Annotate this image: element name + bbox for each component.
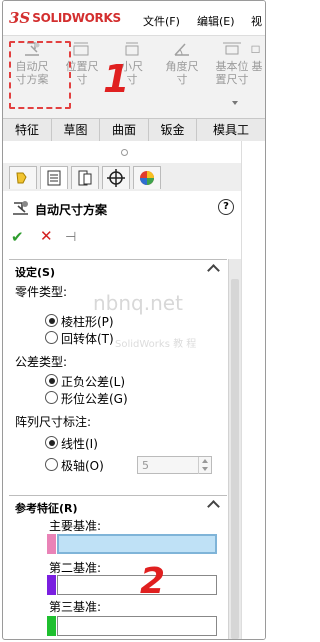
basic-dimension-icon xyxy=(251,45,260,53)
property-manager-title: 自动尺寸方案 xyxy=(35,203,108,217)
angle-dimension-icon xyxy=(174,43,189,56)
splitter-grip-icon xyxy=(121,149,128,156)
logo-text: SOLIDWORKS xyxy=(32,11,121,25)
solidworks-logo[interactable]: 3S SOLIDWORKS xyxy=(9,9,121,27)
menu-file[interactable]: 文件(F) xyxy=(143,13,180,29)
tab-feature-manager[interactable] xyxy=(9,166,37,189)
tertiary-color-swatch xyxy=(47,616,56,636)
panel-splitter[interactable] xyxy=(3,141,265,163)
secondary-color-swatch xyxy=(47,575,56,595)
ok-button[interactable]: ✔ xyxy=(11,228,24,246)
tab-sketch[interactable]: 草图 xyxy=(52,119,100,141)
manager-tabs xyxy=(3,163,265,192)
pattern-dimension-label: 阵列尺寸标注: xyxy=(15,415,92,429)
property-manager-header: 自动尺寸方案 ? ✔ ✕ ⊣ xyxy=(3,191,265,261)
radio-plus-minus-label: 正负公差(L) xyxy=(61,375,126,389)
radio-turned[interactable] xyxy=(45,331,58,344)
divider xyxy=(241,141,242,639)
property-manager-icon xyxy=(47,170,61,186)
tool-label-line2: 置尺寸 xyxy=(215,73,249,86)
chevron-up-icon[interactable] xyxy=(207,500,220,513)
display-manager-icon xyxy=(140,171,154,185)
primary-datum-label: 主要基准: xyxy=(49,519,102,533)
cancel-button[interactable]: ✕ xyxy=(40,227,53,245)
help-icon[interactable]: ? xyxy=(218,199,234,215)
secondary-datum-row xyxy=(47,575,219,595)
primary-color-swatch xyxy=(47,534,56,554)
menu-edit[interactable]: 编辑(E) xyxy=(197,13,235,29)
radio-linear[interactable] xyxy=(45,436,58,449)
primary-datum-field[interactable] xyxy=(57,534,217,554)
radio-prismatic-label: 棱柱形(P) xyxy=(61,315,114,329)
basic-location-dimension-icon xyxy=(223,42,241,55)
pin-icon[interactable]: ⊣ xyxy=(65,230,76,245)
secondary-datum-field[interactable] xyxy=(57,575,217,595)
command-tabs: 特征 草图 曲面 钣金 模具工 xyxy=(3,118,265,142)
reference-section-header[interactable]: 参考特征(R) xyxy=(9,495,227,518)
step-number-2: 2 xyxy=(140,561,166,602)
feature-manager-icon xyxy=(16,172,27,184)
tertiary-datum-row xyxy=(47,616,219,636)
panel-scrollbar[interactable] xyxy=(228,259,241,639)
toolbar-overflow-icon[interactable] xyxy=(232,101,238,105)
tab-configuration-manager[interactable] xyxy=(71,166,99,189)
watermark-subtitle: SolidWorks 教 程 xyxy=(115,339,197,350)
polar-count-value: 5 xyxy=(142,459,149,472)
size-dimension-icon xyxy=(125,42,139,56)
ds-logo-icon: 3S xyxy=(9,9,31,27)
tab-surfaces[interactable]: 曲面 xyxy=(100,119,149,141)
graphics-area-edge xyxy=(241,141,265,639)
chevron-up-icon[interactable] xyxy=(207,264,220,277)
tool-label-line2: 寸 xyxy=(176,73,188,86)
step-number-1: 1 xyxy=(103,57,130,101)
tab-sheet-metal[interactable]: 钣金 xyxy=(149,119,197,141)
radio-linear-label: 线性(I) xyxy=(61,437,98,451)
title-bar: 3S SOLIDWORKS 文件(F) 编辑(E) 视 xyxy=(3,1,265,35)
tab-features[interactable]: 特征 xyxy=(3,119,52,141)
tab-property-manager[interactable] xyxy=(40,166,68,189)
tool-label-line1: 角度尺 xyxy=(165,60,199,73)
auto-dimension-scheme-icon xyxy=(13,201,28,215)
dimxpert-crosshair-icon xyxy=(107,169,125,187)
app-window: 3S SOLIDWORKS 文件(F) 编辑(E) 视 自动尺 寸方案 位置尺 … xyxy=(2,0,266,640)
menu-view[interactable]: 视 xyxy=(251,13,262,29)
tab-dimxpert-manager[interactable] xyxy=(102,166,130,189)
tertiary-datum-label: 第三基准: xyxy=(49,600,102,614)
tab-display-manager[interactable] xyxy=(133,166,161,189)
radio-geometric[interactable] xyxy=(45,391,58,404)
tool-label-line1: 基 xyxy=(251,60,263,73)
spin-down-icon[interactable] xyxy=(198,465,211,474)
highlight-box-annotation xyxy=(9,41,71,109)
settings-section-title: 设定(S) xyxy=(15,266,55,279)
polar-count-spinner[interactable]: 5 xyxy=(137,456,212,474)
scrollbar-thumb[interactable] xyxy=(231,279,239,639)
primary-datum-row xyxy=(47,534,219,554)
radio-prismatic[interactable] xyxy=(45,314,58,327)
radio-geometric-label: 形位公差(G) xyxy=(61,392,128,406)
radio-turned-label: 回转体(T) xyxy=(61,332,114,346)
configuration-manager-icon xyxy=(78,170,92,186)
tertiary-datum-field[interactable] xyxy=(57,616,217,636)
watermark: nbnq.net xyxy=(93,291,183,315)
radio-plus-minus[interactable] xyxy=(45,374,58,387)
angle-dimension-button[interactable]: 角度尺 寸 xyxy=(159,40,205,86)
location-dimension-icon xyxy=(73,42,89,56)
tolerance-type-label: 公差类型: xyxy=(15,355,68,369)
secondary-datum-label: 第二基准: xyxy=(49,561,102,575)
settings-section-header[interactable]: 设定(S) xyxy=(9,259,227,282)
reference-section-title: 参考特征(R) xyxy=(15,502,78,515)
radio-polar-label: 极轴(O) xyxy=(61,459,104,473)
tab-mold-tools[interactable]: 模具工 xyxy=(197,119,265,141)
radio-polar[interactable] xyxy=(45,458,58,471)
basic-dimension-button[interactable]: 基 xyxy=(249,40,265,73)
part-type-label: 零件类型: xyxy=(15,285,68,299)
